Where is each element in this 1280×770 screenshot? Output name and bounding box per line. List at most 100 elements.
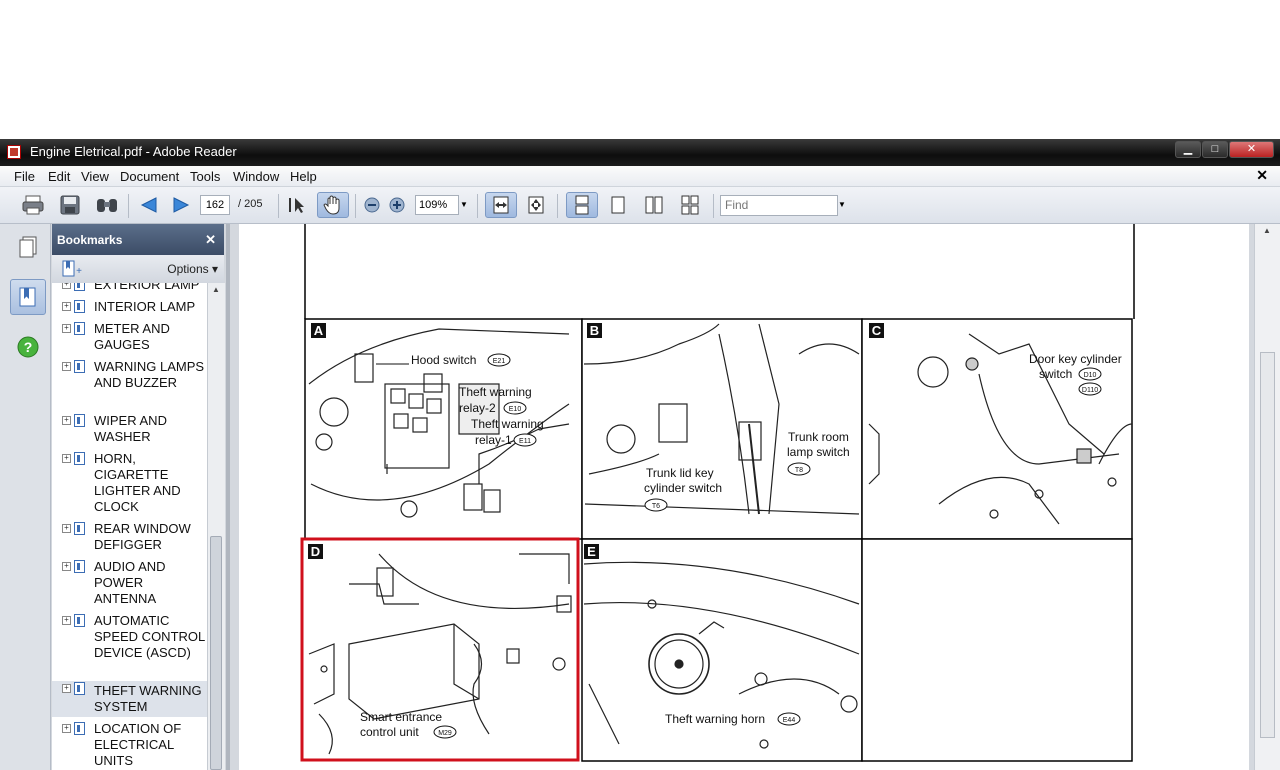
single-page-continuous-icon[interactable] [605,192,631,218]
pages-panel-icon[interactable] [10,229,46,265]
expand-icon[interactable]: + [62,454,71,463]
two-page-view-icon[interactable] [641,192,667,218]
bookmark-icon [74,560,85,573]
bookmark-item[interactable]: + AUTOMATIC SPEED CONTROL DEVICE (ASCD) [52,613,207,679]
zoom-in-icon[interactable] [384,192,410,218]
options-menu[interactable]: Options ▾ [167,262,218,276]
scrollbar-thumb[interactable] [1260,352,1275,738]
expand-icon[interactable]: + [62,684,71,693]
help-icon[interactable]: ? [10,329,46,365]
code-d10: D10 [1084,372,1097,379]
new-bookmark-icon[interactable]: + [62,260,84,281]
label-door-key-cylinder-b: switch [1039,367,1072,381]
bookmark-item[interactable]: + AUDIO AND POWER ANTENNA [52,559,207,609]
bookmark-item[interactable]: + WIPER AND WASHER [52,413,207,447]
bookmarks-scrollbar[interactable]: ▲ [207,283,225,770]
fit-page-icon[interactable] [523,192,549,218]
navigation-pane: ? [0,224,51,770]
bookmark-item[interactable]: + METER AND GAUGES [52,321,207,355]
bookmark-item[interactable]: + REAR WINDOW DEFIGGER [52,521,207,555]
expand-icon[interactable]: + [62,324,71,333]
close-panel-icon[interactable]: ✕ [205,232,216,248]
two-page-continuous-icon[interactable] [677,192,703,218]
close-document-icon[interactable]: ✕ [1256,167,1268,184]
bookmark-label: WIPER AND WASHER [94,413,167,444]
document-scrollbar[interactable]: ▲ [1254,224,1280,770]
maximize-button[interactable]: □ [1202,141,1228,158]
label-trunk-room-lamp-switch-b: lamp switch [787,445,850,459]
hand-tool-icon[interactable] [317,192,349,218]
bookmark-item[interactable]: + WARNING LAMPS AND BUZZER [52,359,207,409]
close-button[interactable]: ✕ [1229,141,1274,158]
zoom-out-icon[interactable] [359,192,385,218]
scroll-up-icon[interactable]: ▲ [1263,226,1271,235]
zoom-level-input[interactable]: 109% [415,195,459,215]
expand-icon[interactable]: + [62,416,71,425]
bookmarks-panel-icon[interactable] [10,279,46,315]
document-view[interactable]: A B C D E Hood switch E21 Theft warning … [226,224,1254,770]
menu-help[interactable]: Help [290,169,317,184]
previous-page-icon[interactable] [136,192,162,218]
bookmark-item-selected[interactable]: + THEFT WARNING SYSTEM [52,681,207,717]
bookmarks-toolbar: + Options ▾ [52,255,224,283]
label-smart-entrance-a: Smart entrance [360,710,442,724]
scrollbar-thumb[interactable] [210,536,222,770]
label-door-key-cylinder-a: Door key cylinder [1029,352,1122,366]
menu-tools[interactable]: Tools [190,169,220,184]
expand-icon[interactable]: + [62,724,71,733]
code-e11: E11 [519,438,531,445]
bookmark-item[interactable]: + HORN, CIGARETTE LIGHTER AND CLOCK [52,451,207,517]
zoom-dropdown-icon[interactable]: ▼ [460,200,468,209]
code-d110: D110 [1082,387,1098,394]
fit-width-icon[interactable] [485,192,517,218]
code-m29: M29 [438,730,452,737]
adobe-reader-icon [7,145,21,159]
window-title: Engine Eletrical.pdf - Adobe Reader [30,144,237,159]
select-tool-icon[interactable] [285,192,311,218]
print-icon[interactable] [20,192,46,218]
expand-icon[interactable]: + [62,524,71,533]
menu-edit[interactable]: Edit [48,169,70,184]
page-number-input[interactable]: 162 [200,195,230,215]
panel-letter-c: C [872,323,882,338]
code-e10: E10 [509,406,522,413]
bookmark-label: THEFT WARNING SYSTEM [94,683,202,714]
save-icon[interactable] [57,192,83,218]
main-content: ? Bookmarks ✕ + Options ▾ + EXTERIOR LAM… [0,224,1280,770]
expand-icon[interactable]: + [62,362,71,371]
expand-icon[interactable]: + [62,283,71,289]
code-t6: T6 [652,503,660,510]
find-dropdown-icon[interactable]: ▼ [838,200,846,209]
scroll-up-icon[interactable]: ▲ [212,285,220,294]
find-input[interactable]: Find [720,195,838,216]
label-trunk-lid-key-a: Trunk lid key [646,466,714,480]
panel-letter-a: A [314,323,324,338]
label-smart-entrance-b: control unit [360,725,419,739]
binoculars-icon[interactable] [94,192,120,218]
bookmark-icon [74,414,85,427]
single-page-view-icon[interactable] [566,192,598,218]
pdf-page: A B C D E Hood switch E21 Theft warning … [239,224,1249,770]
bookmark-icon [74,322,85,335]
bookmark-label: WARNING LAMPS AND BUZZER [94,359,205,390]
bookmark-icon [74,360,85,373]
expand-icon[interactable]: + [62,616,71,625]
bookmark-label: EXTERIOR LAMP [94,283,200,292]
bookmark-item[interactable]: + INTERIOR LAMP [52,299,207,317]
next-page-icon[interactable] [168,192,194,218]
label-theft-warning-relay-2a: Theft warning [459,385,532,399]
expand-icon[interactable]: + [62,562,71,571]
menu-view[interactable]: View [81,169,109,184]
menu-file[interactable]: File [14,169,35,184]
adobe-reader-window: Engine Eletrical.pdf - Adobe Reader ▁ □ … [0,139,1280,770]
bookmark-icon [74,452,85,465]
menu-window[interactable]: Window [233,169,279,184]
bookmark-item[interactable]: + LOCATION OF ELECTRICAL UNITS [52,721,207,770]
bookmark-label: INTERIOR LAMP [94,299,196,314]
bookmark-item[interactable]: + EXTERIOR LAMP [52,283,207,293]
label-theft-warning-horn: Theft warning horn [665,712,765,726]
label-hood-switch: Hood switch [411,353,476,367]
expand-icon[interactable]: + [62,302,71,311]
menu-document[interactable]: Document [120,169,179,184]
minimize-button[interactable]: ▁ [1175,141,1201,158]
